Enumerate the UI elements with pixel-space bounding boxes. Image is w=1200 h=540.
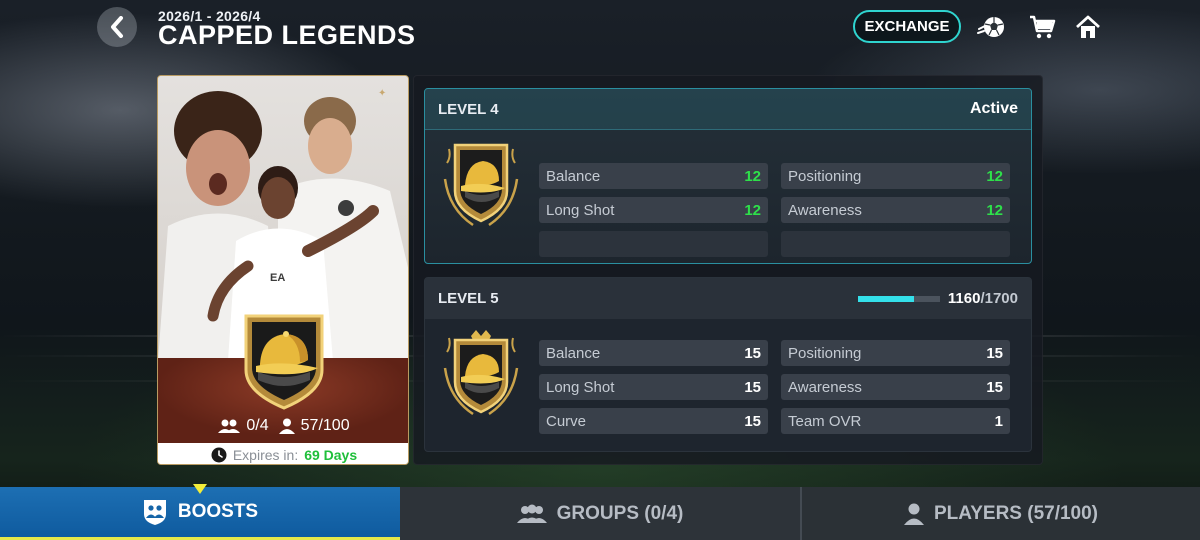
tab-boosts[interactable]: BOOSTS [0, 484, 400, 540]
player-icon [903, 503, 924, 525]
level-5-label: LEVEL 5 [438, 290, 499, 307]
stat-awareness: Awareness 15 [781, 374, 1010, 400]
back-button[interactable] [97, 7, 137, 47]
stat-team-ovr: Team OVR 1 [781, 408, 1010, 434]
bottom-tab-bar: BOOSTS GROUPS (0/4) PLAYERS (57/100) [0, 484, 1200, 540]
level-5-block: LEVEL 5 1160/1700 Balance 15 Positioning… [424, 277, 1032, 452]
stat-long-shot: Long Shot 15 [539, 374, 768, 400]
progress-bar-fill [857, 295, 914, 302]
tab-groups[interactable]: GROUPS (0/4) [400, 487, 800, 540]
tab-players-label: PLAYERS (57/100) [933, 502, 1099, 524]
stat-curve: Curve 15 [539, 408, 768, 434]
stat-empty-slot [781, 231, 1010, 257]
level-4-block: LEVEL 4 Active Balance 12 Positioning 12 L… [424, 88, 1032, 264]
level-5-header: LEVEL 5 1160/1700 [425, 278, 1031, 319]
cap-badge-level-4-icon [443, 143, 519, 227]
tab-players[interactable]: PLAYERS (57/100) [800, 487, 1200, 540]
progress-current: 1160 [947, 290, 981, 307]
tab-boosts-label: BOOSTS [177, 501, 259, 522]
exchange-button[interactable]: EXCHANGE [853, 10, 961, 43]
stat-balance: Balance 12 [539, 163, 768, 189]
boost-shield-icon [143, 500, 166, 525]
page-title: CAPPED LEGENDS [158, 20, 416, 50]
home-icon[interactable] [1073, 12, 1103, 42]
player-pack-card[interactable]: EA ✦ 0/4 57/100 Expires in: 69 Days [157, 75, 409, 465]
group-icon [218, 419, 241, 433]
player-icon [278, 418, 295, 434]
card-counts: 0/4 57/100 [158, 414, 408, 438]
football-icon[interactable] [976, 12, 1006, 42]
stat-balance: Balance 15 [539, 340, 768, 366]
level-5-progress: 1160/1700 [857, 290, 1018, 307]
stat-positioning: Positioning 12 [781, 163, 1010, 189]
selected-tab-marker [193, 484, 207, 494]
group-icon [516, 504, 547, 523]
stat-positioning: Positioning 15 [781, 340, 1010, 366]
svg-text:✦: ✦ [378, 88, 386, 99]
level-4-stats: Balance 12 Positioning 12 Long Shot 12 Awar… [539, 163, 1010, 257]
level-4-header: LEVEL 4 Active [425, 89, 1031, 130]
expiry-row: Expires in: 69 Days [158, 444, 408, 464]
tab-groups-label: GROUPS (0/4) [556, 502, 684, 524]
gold-cap-badge-icon [244, 314, 324, 410]
svg-text:EA: EA [270, 272, 285, 284]
back-arrow-icon [111, 16, 123, 38]
stat-empty-slot [539, 231, 768, 257]
levels-panel: LEVEL 4 Active Balance 12 Positioning 12 L… [413, 75, 1043, 465]
progress-bar [857, 295, 940, 302]
expiry-label: Expires in: [232, 447, 299, 463]
level-5-stats: Balance 15 Positioning 15 Long Shot 15 Awar… [539, 340, 1010, 434]
expiry-days: 69 Days [304, 447, 358, 463]
cart-icon[interactable] [1027, 12, 1057, 42]
groups-count: 0/4 [246, 417, 269, 434]
clock-icon [211, 447, 227, 463]
level-4-status: Active [969, 100, 1018, 117]
progress-max: /1700 [980, 290, 1018, 307]
players-count: 57/100 [300, 417, 350, 434]
level-4-label: LEVEL 4 [438, 100, 499, 118]
cap-badge-level-5-icon [443, 330, 519, 416]
stat-long-shot: Long Shot 12 [539, 197, 768, 223]
stat-awareness: Awareness 12 [781, 197, 1010, 223]
